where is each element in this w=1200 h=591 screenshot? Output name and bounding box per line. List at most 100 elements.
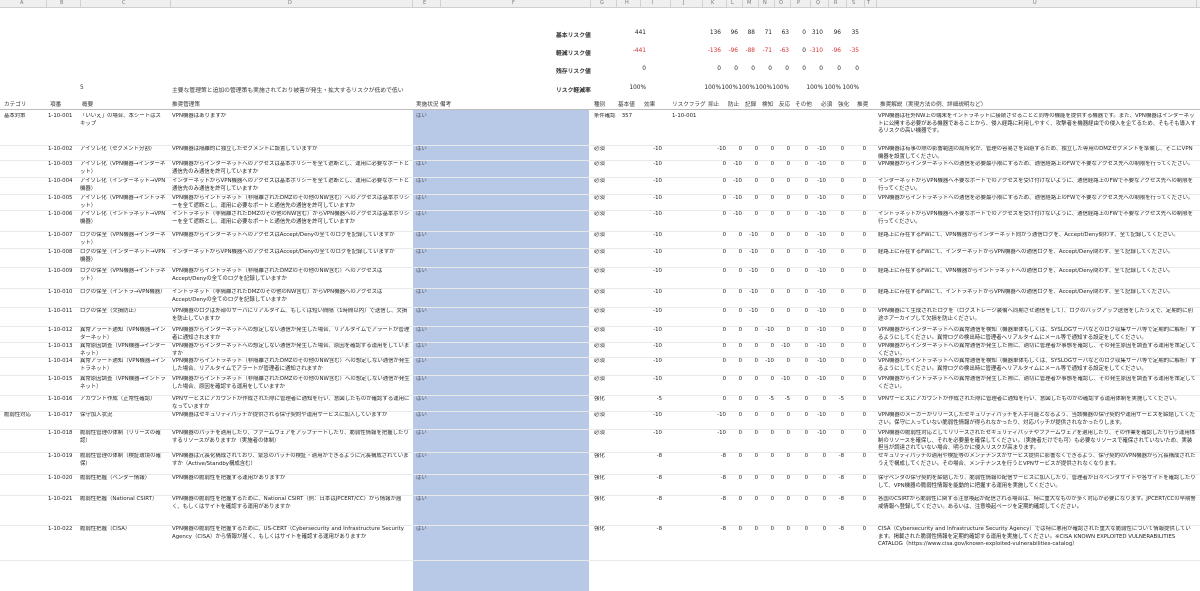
measure-cell: 0 <box>862 232 866 238</box>
measure-cell: 0 <box>770 412 774 418</box>
measure-cell: -10 <box>749 249 758 255</box>
implemented-cell[interactable]: はい <box>416 161 436 169</box>
implemented-cell[interactable]: はい <box>416 146 436 154</box>
column-separator <box>876 0 877 7</box>
note-cell: 経路上に存在するFWにて、インターネットからVPN機器への通信ログを、Accep… <box>878 249 1174 255</box>
item-id-cell: 1-10-001 <box>48 113 73 119</box>
summary-label: 基本リスク値 <box>556 33 591 39</box>
measure-cell: -5 <box>784 396 790 402</box>
column-header-letter[interactable]: O <box>779 0 783 7</box>
implemented-cell[interactable]: はい <box>416 475 436 483</box>
column-header-letter[interactable]: B <box>60 0 63 7</box>
implemented-cell[interactable]: はい <box>416 249 436 257</box>
column-header-letter[interactable]: M <box>747 0 751 7</box>
implemented-cell[interactable]: はい <box>416 232 436 240</box>
measure-cell: 0 <box>754 178 758 184</box>
implemented-cell[interactable]: はい <box>416 308 436 316</box>
control-cell: VPN機器の脆弱性を把握する運用がありますか <box>172 475 286 481</box>
column-header-letter[interactable]: L <box>731 0 734 7</box>
effect-cell: -5 <box>656 396 662 402</box>
implemented-cell[interactable]: はい <box>416 396 436 404</box>
implemented-cell[interactable]: はい <box>416 195 436 203</box>
implemented-cell[interactable]: はい <box>416 412 436 420</box>
implemented-cell[interactable]: はい <box>416 178 436 186</box>
implemented-cell[interactable]: はい <box>416 453 436 461</box>
implemented-cell[interactable]: はい <box>416 289 436 297</box>
effect-cell: -10 <box>653 376 662 382</box>
item-id-cell: 1-10-018 <box>48 430 73 436</box>
column-separator <box>758 0 759 7</box>
implemented-cell[interactable]: はい <box>416 211 436 219</box>
measure-cell: 0 <box>804 289 808 295</box>
measure-cell: 0 <box>738 268 742 274</box>
column-header-letter[interactable]: J <box>683 0 684 7</box>
column-header-letter[interactable]: F <box>512 0 515 7</box>
column-separator <box>640 0 641 7</box>
measure-cell: -10 <box>749 289 758 295</box>
effect-cell: -10 <box>653 146 662 152</box>
column-header-letter[interactable]: N <box>763 0 767 7</box>
note-cell: VPN機器からイントラネットへの異常通信を検知（機器単体もしくは、SYSLOGサ… <box>878 358 1196 372</box>
column-header-letter[interactable]: P <box>797 0 800 7</box>
measure-cell: 0 <box>738 475 742 481</box>
measure-cell: 0 <box>754 430 758 436</box>
control-cell: VPN機器からイントラネット（非隔離されたDMZのその他のNW含む）への想定しな… <box>172 376 410 390</box>
measure-cell: 0 <box>840 376 844 382</box>
base-value-cell: 357 <box>621 113 632 119</box>
measure-cell: 0 <box>754 453 758 459</box>
implemented-cell[interactable]: はい <box>416 376 436 384</box>
measure-cell: 0 <box>822 496 826 502</box>
column-header-letter[interactable]: C <box>122 0 126 7</box>
measure-cell: -8 <box>720 475 726 481</box>
implemented-cell[interactable]: はい <box>416 113 436 121</box>
column-header-letter[interactable]: K <box>711 0 714 7</box>
effect-cell: -10 <box>653 327 662 333</box>
implemented-cell[interactable]: はい <box>416 496 436 504</box>
measure-cell: -10 <box>717 430 726 436</box>
measure-cell: -8 <box>720 453 726 459</box>
column-header-letter[interactable]: Q <box>816 0 820 7</box>
header-effect: 効果 <box>644 102 656 108</box>
measure-cell: 0 <box>770 232 774 238</box>
note-cell: インターネットからVPN機器へ不要なポートでのアクセスを受け付けないように、通信… <box>878 178 1194 192</box>
column-header-letter[interactable]: T <box>867 0 870 7</box>
measure-cell: 0 <box>786 289 790 295</box>
summary-cell: 異常アラート通知（VPN機器→インターネット） <box>80 327 166 341</box>
kind-cell: 必須 <box>594 289 605 295</box>
measure-cell: 0 <box>786 526 790 532</box>
measure-cell: 0 <box>804 453 808 459</box>
column-header-letter[interactable]: G <box>600 0 604 7</box>
item-id-cell: 1-10-011 <box>48 308 73 314</box>
column-header-letter[interactable]: U <box>1033 0 1037 7</box>
measure-cell: 0 <box>738 412 742 418</box>
measure-cell: 0 <box>804 475 808 481</box>
implemented-cell[interactable]: はい <box>416 327 436 335</box>
measure-cell: 0 <box>722 327 726 333</box>
kind-cell: 必須 <box>594 327 605 333</box>
implemented-cell[interactable]: はい <box>416 343 436 351</box>
implemented-cell[interactable]: はい <box>416 358 436 366</box>
measure-cell: 0 <box>840 343 844 349</box>
measure-cell: 0 <box>738 308 742 314</box>
column-header-letter[interactable]: D <box>288 0 292 7</box>
header-control: 推奨管理策 <box>172 102 200 108</box>
column-header-letter[interactable]: H <box>625 0 629 7</box>
column-header-letter[interactable]: A <box>20 0 23 7</box>
summary-cell: アカウント作成（正常性確認） <box>80 396 156 402</box>
implemented-cell[interactable]: はい <box>416 268 436 276</box>
measure-cell: 0 <box>722 289 726 295</box>
column-header-letter[interactable]: E <box>423 0 426 7</box>
control-cell: VPN機器はありますか <box>172 113 227 119</box>
measure-cell: 0 <box>722 308 726 314</box>
column-header-letter[interactable]: S <box>852 0 855 7</box>
column-header-letter[interactable]: R <box>834 0 837 7</box>
effect-cell: -8 <box>656 526 662 532</box>
column-header-letter[interactable]: I <box>652 0 653 7</box>
control-cell: VPN機器のログは外部のサーバにリアルタイム、もしくは短い間隔（1時間以内）で送… <box>172 308 408 322</box>
summary-label: リスク軽減率 <box>556 88 591 94</box>
implemented-cell[interactable]: はい <box>416 430 436 438</box>
implemented-cell[interactable]: はい <box>416 526 436 534</box>
kind-cell: 強化 <box>594 496 605 502</box>
kind-cell: 強化 <box>594 396 605 402</box>
effect-cell: -10 <box>653 358 662 364</box>
